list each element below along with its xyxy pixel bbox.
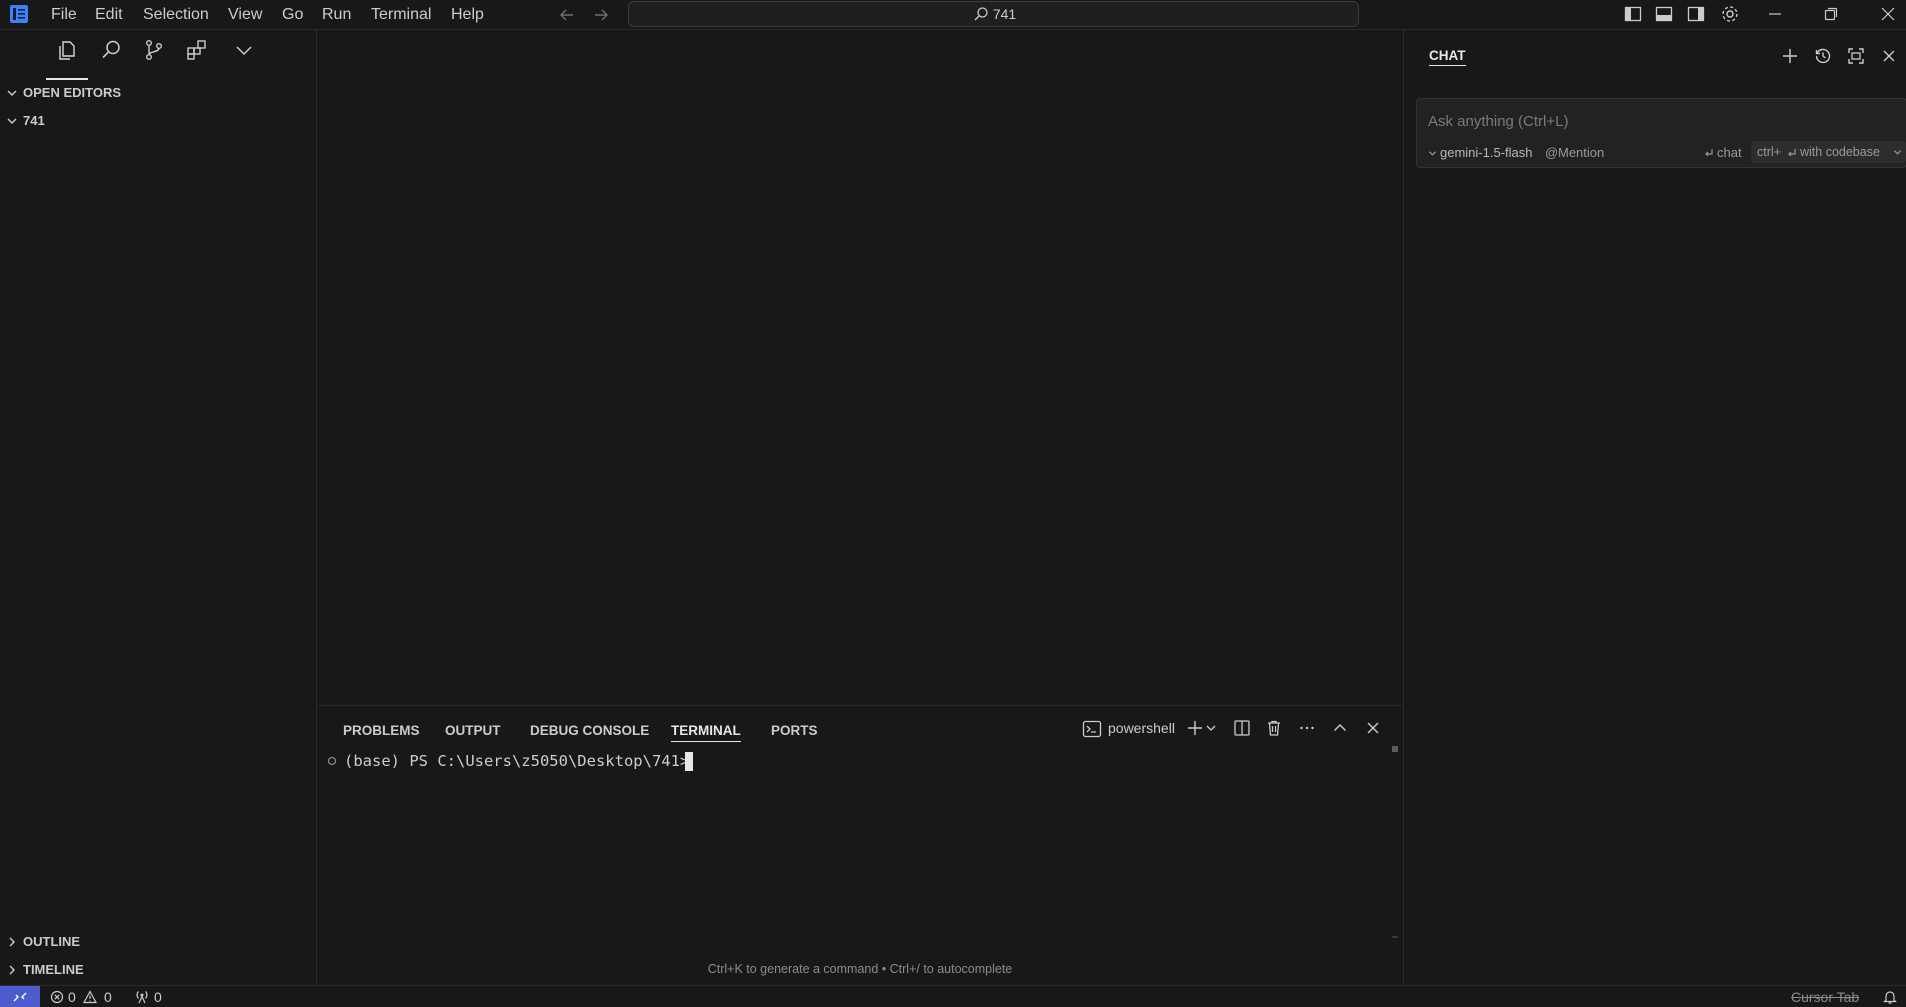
tab-ports[interactable]: PORTS	[771, 720, 818, 742]
outline-label: OUTLINE	[23, 934, 81, 949]
terminal-hint: Ctrl+K to generate a command • Ctrl+/ to…	[707, 962, 1013, 976]
submit-chat-button[interactable]: chat	[1704, 145, 1750, 161]
close-panel-icon[interactable]	[1364, 719, 1382, 737]
menu-terminal[interactable]: Terminal	[367, 4, 435, 26]
warning-icon	[83, 990, 97, 1004]
chat-input-placeholder[interactable]: Ask anything (Ctrl+L)	[1428, 113, 1568, 130]
command-center-search[interactable]: 741	[628, 1, 1359, 27]
source-control-icon[interactable]	[142, 38, 166, 62]
tab-problems[interactable]: PROBLEMS	[343, 720, 420, 742]
toggle-secondary-sidebar-icon[interactable]	[1686, 4, 1706, 24]
app-logo-icon	[9, 4, 29, 24]
open-editors-section[interactable]: OPEN EDITORS	[0, 81, 317, 105]
chevron-down-icon	[6, 115, 18, 127]
submit-chat-label: chat	[1717, 145, 1742, 160]
restore-icon[interactable]	[1822, 5, 1840, 23]
timeline-section[interactable]: TIMELINE	[0, 958, 317, 982]
tab-debug-console[interactable]: DEBUG CONSOLE	[530, 720, 649, 742]
open-editors-label: OPEN EDITORS	[23, 85, 122, 100]
forward-arrow-icon[interactable]	[592, 6, 610, 24]
model-name: gemini-1.5-flash	[1440, 145, 1533, 160]
menu-selection[interactable]: Selection	[139, 4, 213, 26]
status-bar: 0 0 0 Cursor Tab	[0, 985, 1906, 1007]
remote-indicator[interactable]	[0, 986, 40, 1007]
chat-sidebar: CHAT Ask anything (Ctrl+L) gemini-1.5-fl…	[1403, 30, 1906, 985]
scrollbar-marker	[1392, 746, 1398, 752]
close-window-icon[interactable]	[1879, 5, 1897, 23]
new-terminal-plus-icon[interactable]	[1186, 719, 1204, 737]
remote-icon	[12, 989, 28, 1005]
folder-section[interactable]: 741	[0, 109, 317, 133]
mention-label: Mention	[1558, 145, 1605, 160]
chevron-down-icon	[1428, 149, 1437, 158]
more-actions-ellipsis-icon[interactable]	[1298, 719, 1316, 737]
more-views-chevron-down-icon[interactable]	[233, 39, 255, 61]
maximize-chat-icon[interactable]	[1847, 47, 1865, 65]
menu-file[interactable]: File	[47, 4, 81, 26]
menu-go[interactable]: Go	[278, 4, 307, 26]
chevron-right-icon	[6, 936, 18, 948]
search-text: 741	[992, 6, 1017, 22]
editor-area	[318, 30, 1402, 705]
primary-sidebar: OPEN EDITORS 741 OUTLINE TIMELINE	[0, 30, 317, 985]
kill-terminal-trash-icon[interactable]	[1265, 719, 1283, 737]
scrollbar-marker	[1392, 936, 1398, 938]
enter-key-icon	[1787, 148, 1797, 158]
title-bar: File Edit Selection View Go Run Terminal…	[0, 0, 1906, 30]
timeline-label: TIMELINE	[23, 962, 84, 977]
back-arrow-icon[interactable]	[558, 6, 576, 24]
close-chat-icon[interactable]	[1880, 47, 1898, 65]
menu-run[interactable]: Run	[318, 4, 355, 26]
new-chat-plus-icon[interactable]	[1781, 47, 1799, 65]
codebase-label: with codebase	[1800, 145, 1880, 159]
chevron-down-icon	[6, 87, 18, 99]
extensions-icon[interactable]	[185, 38, 209, 62]
explorer-icon[interactable]	[54, 38, 78, 62]
split-terminal-icon[interactable]	[1233, 719, 1251, 737]
tab-output[interactable]: OUTPUT	[445, 720, 501, 742]
search-view-icon[interactable]	[99, 38, 123, 62]
chat-title[interactable]: CHAT	[1429, 48, 1466, 66]
chat-history-icon[interactable]	[1814, 47, 1832, 65]
shell-name: powershell	[1108, 720, 1175, 736]
chat-input-box[interactable]: Ask anything (Ctrl+L) gemini-1.5-flash @…	[1416, 98, 1906, 168]
active-view-indicator	[46, 78, 88, 80]
chevron-down-icon	[1893, 148, 1902, 157]
terminal-cursor	[685, 752, 693, 771]
warning-count: 0	[104, 989, 112, 1005]
toggle-panel-icon[interactable]	[1654, 4, 1674, 24]
tab-terminal[interactable]: TERMINAL	[671, 720, 741, 742]
error-icon	[50, 990, 64, 1004]
toggle-primary-sidebar-icon[interactable]	[1623, 4, 1643, 24]
outline-section[interactable]: OUTLINE	[0, 930, 317, 954]
cursor-tab-status[interactable]: Cursor Tab	[1791, 989, 1859, 1005]
submit-with-codebase-button[interactable]: ctrl+ with codebase	[1751, 141, 1906, 163]
ports-status[interactable]: 0	[134, 989, 174, 1005]
ports-count: 0	[154, 989, 162, 1005]
bottom-panel: PROBLEMS OUTPUT DEBUG CONSOLE TERMINAL P…	[318, 705, 1402, 985]
notifications-bell-icon[interactable]	[1882, 989, 1898, 1005]
menu-view[interactable]: View	[224, 4, 266, 26]
maximize-panel-chevron-up-icon[interactable]	[1331, 719, 1349, 737]
at-sign-icon: @	[1545, 145, 1559, 160]
minimize-icon[interactable]	[1766, 5, 1784, 23]
terminal-icon	[1082, 720, 1102, 738]
menu-edit[interactable]: Edit	[91, 4, 127, 26]
error-count: 0	[68, 989, 76, 1005]
problems-status[interactable]: 0 0	[50, 989, 120, 1005]
folder-label: 741	[23, 113, 45, 128]
terminal-prompt[interactable]: (base) PS C:\Users\z5050\Desktop\741>	[344, 750, 689, 772]
settings-gear-icon[interactable]	[1719, 3, 1741, 25]
enter-key-icon	[1704, 148, 1714, 158]
codebase-shortcut: ctrl+	[1757, 145, 1781, 159]
broadcast-icon	[134, 990, 150, 1004]
terminal-profile-button[interactable]: powershell	[1082, 717, 1178, 741]
menu-help[interactable]: Help	[447, 4, 488, 26]
command-status-circle-icon	[327, 756, 337, 766]
chevron-right-icon	[6, 964, 18, 976]
terminal-dropdown-chevron-down-icon[interactable]	[1205, 722, 1217, 734]
